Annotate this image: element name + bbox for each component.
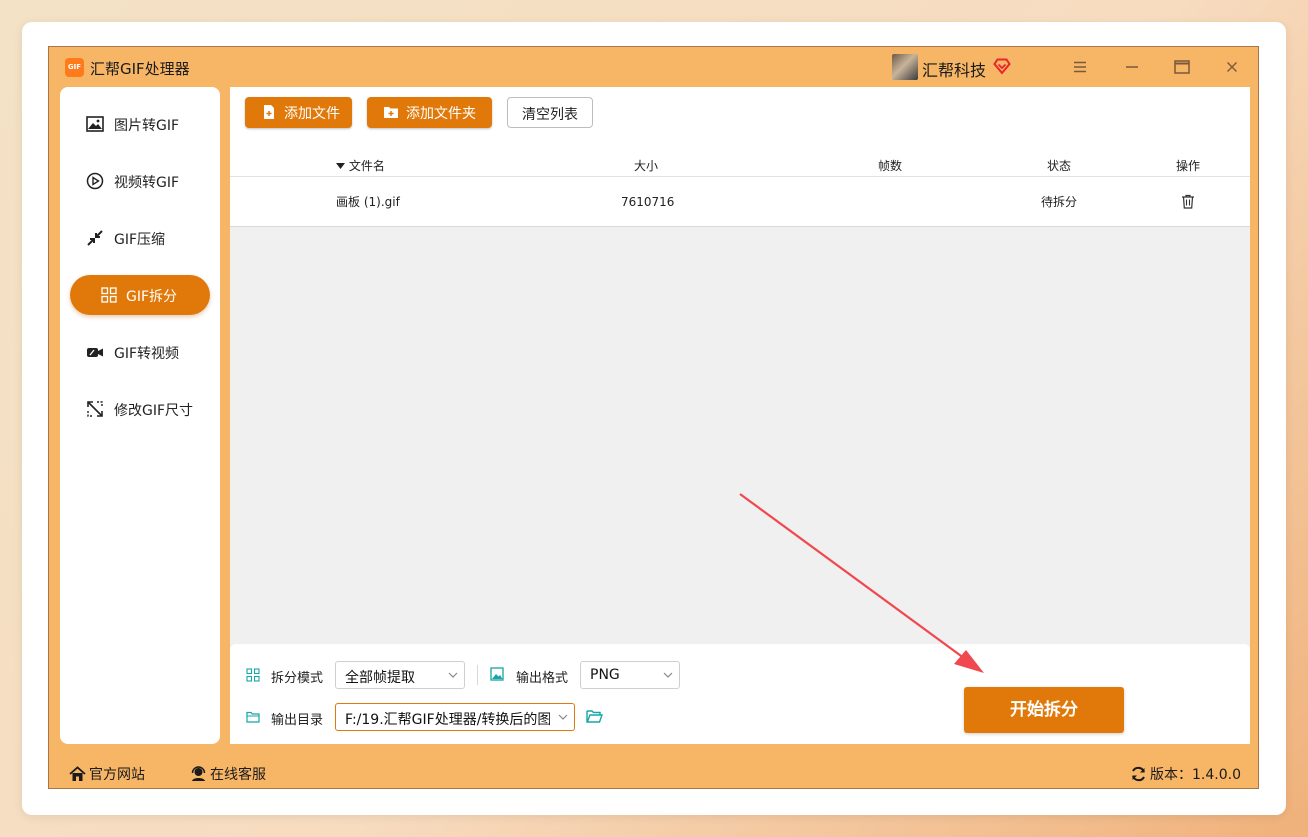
- format-value: PNG: [590, 667, 620, 683]
- header-size[interactable]: 大小: [634, 155, 658, 177]
- resize-icon: [87, 401, 103, 417]
- header-action: 操作: [1176, 159, 1201, 173]
- minimize-button[interactable]: [1120, 55, 1144, 79]
- app-title: 汇帮GIF处理器: [90, 60, 190, 78]
- row-size: 7610716: [621, 195, 675, 209]
- output-dir-label: 输出目录: [271, 713, 324, 728]
- split-mode-select[interactable]: 全部帧提取: [335, 661, 465, 689]
- output-dir-select[interactable]: F:/19.汇帮GIF处理器/转换后的图: [335, 703, 575, 731]
- add-file-icon: [264, 105, 274, 119]
- toolbar: 添加文件 添加文件夹 清空列表: [230, 87, 1250, 137]
- hamburger-icon: [1074, 61, 1086, 73]
- title-bar: GIF 汇帮GIF处理器 汇帮科技: [49, 47, 1258, 87]
- play-circle-icon: [86, 172, 104, 190]
- avatar[interactable]: [892, 54, 918, 80]
- delete-button[interactable]: [1181, 194, 1195, 212]
- trash-icon: [1182, 194, 1194, 209]
- sidebar-item-gif-split[interactable]: GIF拆分: [70, 275, 210, 315]
- sidebar-item-resize-gif[interactable]: 修改GIF尺寸: [70, 389, 210, 429]
- version-label: 版本：1.4.0.0: [1150, 767, 1241, 783]
- split-mode-label: 拆分模式: [271, 671, 324, 686]
- refresh-icon: [1132, 766, 1145, 782]
- row-filename: 画板 (1).gif: [336, 195, 400, 209]
- divider: [477, 665, 478, 685]
- add-file-label: 添加文件: [284, 106, 340, 122]
- website-label: 官方网站: [89, 767, 145, 783]
- output-dir-value: F:/19.汇帮GIF处理器/转换后的图: [345, 712, 550, 728]
- split-mode-icon: [246, 668, 260, 682]
- close-button[interactable]: [1220, 55, 1244, 79]
- minimize-icon: [1126, 66, 1138, 68]
- sort-down-icon: [336, 163, 345, 169]
- menu-button[interactable]: [1068, 55, 1092, 79]
- table-spacer: [230, 137, 1250, 155]
- chevron-down-icon: [663, 672, 673, 678]
- image-format-icon: [490, 667, 504, 681]
- vip-diamond-icon[interactable]: [993, 57, 1011, 75]
- app-logo: GIF: [65, 58, 84, 77]
- sort-header-filename[interactable]: 文件名: [336, 155, 385, 177]
- sidebar-item-label: GIF转视频: [114, 346, 180, 362]
- clear-list-label: 清空列表: [522, 107, 578, 123]
- add-folder-label: 添加文件夹: [406, 106, 476, 122]
- sidebar-item-video-to-gif[interactable]: 视频转GIF: [70, 161, 210, 201]
- maximize-icon: [1174, 60, 1190, 74]
- video-camera-icon: [87, 348, 103, 357]
- home-icon: [69, 766, 86, 781]
- header-status[interactable]: 状态: [1047, 155, 1071, 177]
- add-folder-button[interactable]: 添加文件夹: [367, 97, 492, 128]
- compress-arrows-icon: [87, 230, 103, 246]
- sidebar-item-label: 图片转GIF: [114, 118, 180, 134]
- sidebar-item-image-to-gif[interactable]: 图片转GIF: [70, 104, 210, 144]
- format-label: 输出格式: [516, 671, 569, 686]
- support-label: 在线客服: [210, 767, 266, 783]
- sidebar-item-label: 视频转GIF: [114, 175, 180, 191]
- maximize-button[interactable]: [1170, 55, 1194, 79]
- folder-icon: [246, 711, 260, 723]
- row-status: 待拆分: [1041, 195, 1078, 209]
- split-mode-value: 全部帧提取: [345, 670, 415, 686]
- sidebar-item-label: GIF压缩: [114, 232, 166, 248]
- version-info[interactable]: 版本：1.4.0.0: [1130, 764, 1241, 784]
- sidebar-item-label: GIF拆分: [126, 289, 178, 305]
- grid-split-icon: [101, 287, 117, 303]
- header-filename: 文件名: [348, 159, 385, 173]
- sidebar-item-label: 修改GIF尺寸: [114, 403, 194, 419]
- chevron-down-icon: [558, 714, 568, 720]
- main-panel: 添加文件 添加文件夹 清空列表 文件名 大小 帧数 状态 操作 画板 (1).g…: [230, 87, 1250, 744]
- sidebar-item-gif-to-video[interactable]: GIF转视频: [70, 332, 210, 372]
- format-select[interactable]: PNG: [580, 661, 680, 689]
- headset-icon: [191, 766, 206, 781]
- sidebar-item-gif-compress[interactable]: GIF压缩: [70, 218, 210, 258]
- sidebar: 图片转GIF 视频转GIF GIF压缩 GIF拆分 GIF转视频 修改GIF尺寸: [60, 87, 220, 744]
- chevron-down-icon: [448, 672, 458, 678]
- official-website-link[interactable]: 官方网站: [69, 764, 145, 784]
- app-window: GIF 汇帮GIF处理器 汇帮科技 图片转GIF 视频转GIF GIF压缩 GI…: [48, 46, 1259, 789]
- add-folder-icon: [384, 107, 398, 118]
- company-name: 汇帮科技: [922, 61, 987, 80]
- clear-list-button[interactable]: 清空列表: [507, 97, 593, 128]
- close-icon: [1227, 62, 1237, 72]
- table-row[interactable]: 画板 (1).gif 7610716 待拆分: [230, 177, 1250, 227]
- online-support-link[interactable]: 在线客服: [190, 764, 266, 784]
- start-split-button[interactable]: 开始拆分: [964, 687, 1124, 733]
- options-panel: 拆分模式 全部帧提取 输出格式 PNG 输出目录 F:/19.汇帮GIF处理器/…: [230, 644, 1250, 744]
- status-bar: 官方网站 在线客服 版本：1.4.0.0: [49, 756, 1258, 790]
- browse-folder-icon[interactable]: [586, 708, 603, 724]
- image-icon: [86, 116, 104, 132]
- header-frames[interactable]: 帧数: [878, 155, 902, 177]
- add-file-button[interactable]: 添加文件: [245, 97, 352, 128]
- table-header: 文件名 大小 帧数 状态 操作: [230, 155, 1250, 177]
